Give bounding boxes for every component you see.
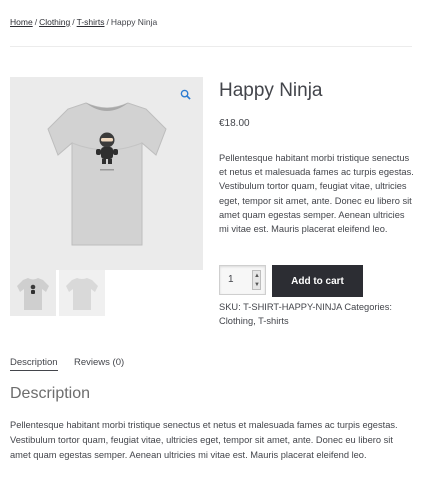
chevron-down-icon[interactable]: ▼: [254, 282, 260, 288]
breadcrumb-home-link[interactable]: Home: [10, 17, 33, 27]
categories-label: Categories:: [344, 302, 392, 312]
category-link-tshirts[interactable]: T-shirts: [258, 316, 288, 326]
breadcrumb-tshirts-link[interactable]: T-shirts: [77, 17, 105, 27]
quantity-value[interactable]: 1: [228, 274, 234, 285]
tshirt-thumbnail-image: [17, 278, 49, 310]
search-icon[interactable]: [180, 89, 191, 100]
add-to-cart-button[interactable]: Add to cart: [272, 265, 363, 297]
description-heading: Description: [10, 385, 91, 402]
product-price: €18.00: [219, 118, 250, 129]
tab-description[interactable]: Description: [10, 357, 58, 371]
breadcrumb-separator: /: [72, 17, 75, 27]
sku-label: SKU:: [219, 302, 241, 312]
divider: [10, 46, 412, 47]
quantity-stepper[interactable]: 1 ▲ ▼: [219, 265, 266, 295]
breadcrumb-current: Happy Ninja: [110, 17, 158, 27]
breadcrumb-separator: /: [106, 17, 109, 27]
tshirt-image: [47, 102, 167, 246]
breadcrumb: Home / Clothing / T-shirts / Happy Ninja: [10, 17, 157, 27]
product-meta: SKU: T-SHIRT-HAPPY-NINJA Categories: Clo…: [219, 300, 419, 328]
product-thumbnail[interactable]: [59, 270, 105, 316]
breadcrumb-separator: /: [34, 17, 38, 27]
product-main-image[interactable]: [10, 77, 203, 270]
product-thumbnail[interactable]: [10, 270, 56, 316]
product-short-description: Pellentesque habitant morbi tristique se…: [219, 153, 414, 235]
quantity-spinner[interactable]: ▲ ▼: [252, 270, 261, 290]
description-body: Pellentesque habitant morbi tristique se…: [10, 420, 398, 460]
tab-reviews[interactable]: Reviews (0): [74, 357, 124, 368]
category-link-clothing[interactable]: Clothing: [219, 316, 253, 326]
chevron-up-icon[interactable]: ▲: [254, 273, 260, 279]
breadcrumb-clothing-link[interactable]: Clothing: [39, 17, 70, 27]
sku-value: T-SHIRT-HAPPY-NINJA: [243, 302, 342, 312]
product-title: Happy Ninja: [219, 80, 323, 101]
tshirt-back-thumbnail-image: [66, 278, 98, 310]
